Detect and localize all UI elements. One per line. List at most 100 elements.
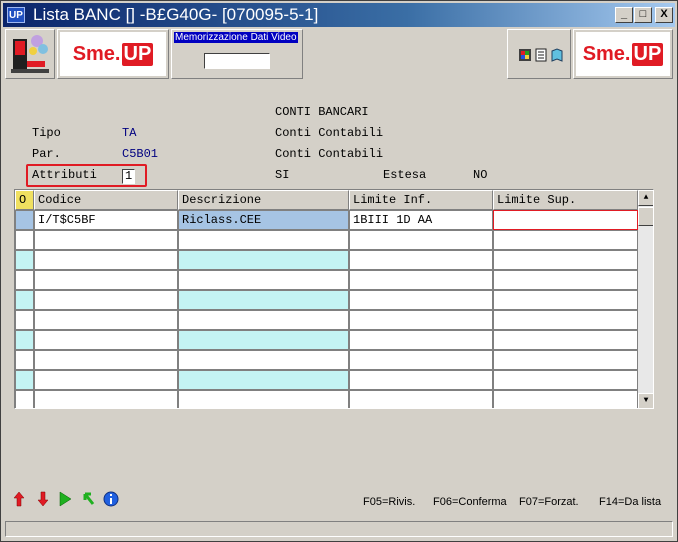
grid-cell-descrizione[interactable]: [178, 290, 349, 310]
document-icon[interactable]: [534, 48, 548, 62]
grid-cell-limite-sup[interactable]: [493, 370, 638, 390]
data-grid: O Codice Descrizione Limite Inf. Limite …: [14, 189, 654, 409]
f06-key[interactable]: F06=Conferma: [433, 496, 507, 508]
grid-cell-codice[interactable]: [34, 310, 178, 330]
logo-panel-right: Sme. UP: [573, 29, 673, 79]
attributi-label: Attributi: [32, 168, 97, 182]
scroll-up-button[interactable]: ▲: [638, 190, 653, 206]
grid-cell-limite-sup[interactable]: [493, 250, 638, 270]
grid-cell-codice[interactable]: [34, 350, 178, 370]
row-selector[interactable]: [15, 350, 34, 370]
par-label: Par.: [32, 147, 61, 161]
page-heading: CONTI BANCARI: [275, 105, 369, 119]
row-selector[interactable]: [15, 310, 34, 330]
grid-cell-limite-sup[interactable]: [493, 290, 638, 310]
row-selector[interactable]: [15, 390, 34, 408]
scroll-down-button[interactable]: ▼: [638, 393, 653, 408]
app-icon[interactable]: UP: [7, 7, 25, 23]
scroll-thumb[interactable]: [638, 207, 653, 226]
grid-cell-codice[interactable]: [34, 230, 178, 250]
grid-cell-descrizione[interactable]: Riclass.CEE: [178, 210, 349, 230]
tipo-description: Conti Contabili: [275, 126, 384, 140]
memo-input[interactable]: [204, 53, 270, 69]
grid-cell-descrizione[interactable]: [178, 230, 349, 250]
grid-cell-limite-sup[interactable]: [493, 310, 638, 330]
grid-cell-descrizione[interactable]: [178, 350, 349, 370]
grid-cell-limite-inf[interactable]: [349, 330, 493, 350]
grid-cell-limite-sup[interactable]: [493, 390, 638, 408]
grid-cell-descrizione[interactable]: [178, 250, 349, 270]
tipo-label: Tipo: [32, 126, 61, 140]
vertical-scrollbar[interactable]: ▲ ▼: [638, 190, 653, 408]
grid-cell-codice[interactable]: [34, 390, 178, 408]
f07-key[interactable]: F07=Forzat.: [519, 496, 579, 508]
grid-cell-limite-inf[interactable]: [349, 310, 493, 330]
logo-up-text-right: UP: [631, 42, 664, 66]
title-bar[interactable]: UP Lista BANC [] -B£G40G- [070095-5-1] _…: [3, 3, 675, 27]
grid-cell-descrizione[interactable]: [178, 390, 349, 408]
grid-cell-descrizione[interactable]: [178, 370, 349, 390]
grid-cell-limite-sup[interactable]: [493, 330, 638, 350]
row-selector[interactable]: [15, 270, 34, 290]
smeup-logo-right: Sme. UP: [576, 32, 670, 76]
grid-cell-codice[interactable]: [34, 290, 178, 310]
grid-cell-descrizione[interactable]: [178, 270, 349, 290]
row-selector[interactable]: [15, 370, 34, 390]
logo-sme-text-right: Sme.: [582, 42, 631, 65]
grid-cell-limite-inf[interactable]: 1BIII 1D AA: [349, 210, 493, 230]
palette-icon[interactable]: [518, 48, 532, 62]
grid-cell-codice[interactable]: I/T$C5BF: [34, 210, 178, 230]
play-green-icon[interactable]: [57, 491, 73, 509]
f05-key[interactable]: F05=Rivis.: [363, 496, 415, 508]
par-value: C5B01: [122, 147, 159, 161]
grid-cell-codice[interactable]: [34, 330, 178, 350]
arrow-down-red-icon[interactable]: [35, 491, 51, 509]
row-selector[interactable]: [15, 330, 34, 350]
grid-cell-limite-inf[interactable]: [349, 250, 493, 270]
grid-cell-codice[interactable]: [34, 270, 178, 290]
column-header-limite-sup[interactable]: Limite Sup.: [493, 190, 638, 210]
user-panel[interactable]: [5, 29, 55, 79]
grid-cell-descrizione[interactable]: [178, 330, 349, 350]
logo-panel-left: Sme. UP: [57, 29, 169, 79]
row-selector[interactable]: [15, 210, 34, 230]
maximize-button[interactable]: □: [634, 7, 652, 23]
attributi-input[interactable]: 1: [122, 169, 135, 184]
info-icon[interactable]: [103, 491, 119, 509]
grid-cell-codice[interactable]: [34, 370, 178, 390]
window-title: Lista BANC [] -B£G40G- [070095-5-1]: [33, 5, 319, 24]
grid-cell-limite-inf[interactable]: [349, 290, 493, 310]
column-header-codice[interactable]: Codice: [34, 190, 178, 210]
minimize-button[interactable]: _: [615, 7, 633, 23]
f14-key[interactable]: F14=Da lista: [599, 496, 661, 508]
tipo-value: TA: [122, 126, 137, 140]
grid-cell-codice[interactable]: [34, 250, 178, 270]
row-selector[interactable]: [15, 250, 34, 270]
logo-up-text: UP: [121, 42, 154, 66]
grid-cell-limite-sup[interactable]: [493, 210, 638, 230]
grid-cell-limite-sup[interactable]: [493, 270, 638, 290]
column-header-descrizione[interactable]: Descrizione: [178, 190, 349, 210]
logo-sme-text: Sme.: [72, 42, 121, 65]
grid-cell-limite-inf[interactable]: [349, 390, 493, 408]
estesa-value: NO: [473, 168, 488, 182]
grid-cell-descrizione[interactable]: [178, 310, 349, 330]
grid-cell-limite-inf[interactable]: [349, 350, 493, 370]
column-header-o[interactable]: O: [15, 190, 34, 210]
smeup-logo-left: Sme. UP: [60, 32, 166, 76]
grid-cell-limite-inf[interactable]: [349, 270, 493, 290]
row-selector[interactable]: [15, 230, 34, 250]
close-button[interactable]: X: [655, 7, 673, 23]
status-bar: [5, 521, 673, 537]
column-header-limite-inf[interactable]: Limite Inf.: [349, 190, 493, 210]
par-description: Conti Contabili: [275, 147, 384, 161]
refresh-green-icon[interactable]: [81, 491, 97, 509]
book-icon[interactable]: [550, 48, 564, 62]
grid-cell-limite-sup[interactable]: [493, 350, 638, 370]
grid-cell-limite-inf[interactable]: [349, 370, 493, 390]
grid-cell-limite-sup[interactable]: [493, 230, 638, 250]
row-selector[interactable]: [15, 290, 34, 310]
main-window: UP Lista BANC [] -B£G40G- [070095-5-1] _…: [0, 0, 678, 542]
arrow-up-red-icon[interactable]: [11, 491, 27, 509]
grid-cell-limite-inf[interactable]: [349, 230, 493, 250]
